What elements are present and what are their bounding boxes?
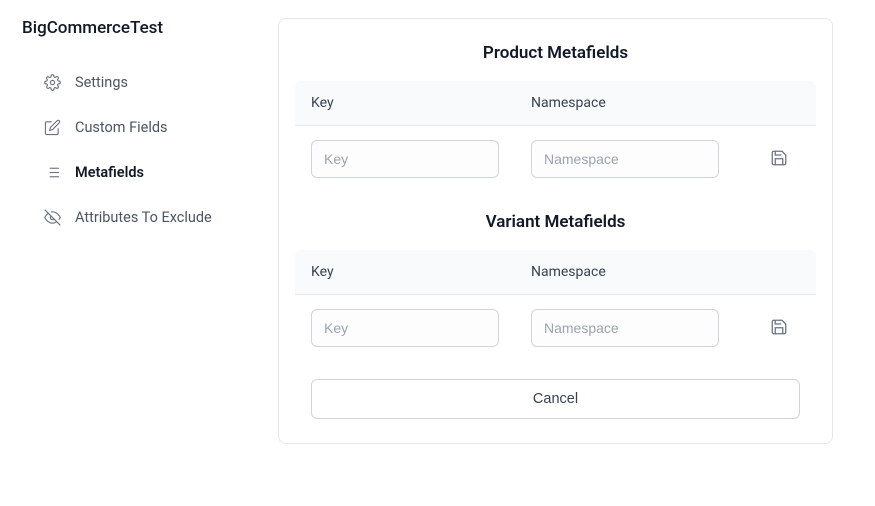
product-namespace-input[interactable]: [531, 140, 719, 178]
sidebar-item-label: Attributes To Exclude: [75, 209, 212, 226]
gear-icon: [44, 74, 61, 91]
sidebar-item-label: Custom Fields: [75, 119, 168, 136]
variant-save-button[interactable]: [766, 314, 792, 343]
variant-namespace-input[interactable]: [531, 309, 719, 347]
eye-off-icon: [44, 209, 61, 226]
app-title: BigCommerceTest: [22, 18, 256, 38]
section-title-product: Product Metafields: [295, 43, 816, 63]
table-header-product: Key Namespace: [295, 81, 816, 126]
sidebar-item-label: Settings: [75, 74, 128, 91]
sidebar-item-label: Metafields: [75, 164, 144, 181]
save-icon: [770, 149, 788, 170]
sidebar-item-settings[interactable]: Settings: [22, 60, 256, 105]
section-title-variant: Variant Metafields: [295, 212, 816, 232]
main-content: Product Metafields Key Namespace Variant…: [278, 0, 875, 506]
product-save-button[interactable]: [766, 145, 792, 174]
sidebar-item-custom-fields[interactable]: Custom Fields: [22, 105, 256, 150]
column-header-namespace: Namespace: [531, 95, 751, 111]
input-row-variant: [295, 309, 816, 361]
cancel-button[interactable]: Cancel: [311, 379, 800, 419]
save-icon: [770, 318, 788, 339]
sidebar: BigCommerceTest Settings Custom Fields M…: [0, 0, 278, 506]
column-header-key: Key: [311, 95, 531, 111]
product-key-input[interactable]: [311, 140, 499, 178]
sidebar-item-metafields[interactable]: Metafields: [22, 150, 256, 195]
table-header-variant: Key Namespace: [295, 250, 816, 295]
column-header-namespace: Namespace: [531, 264, 751, 280]
input-row-product: [295, 140, 816, 192]
column-header-key: Key: [311, 264, 531, 280]
edit-icon: [44, 119, 61, 136]
sidebar-item-attributes-exclude[interactable]: Attributes To Exclude: [22, 195, 256, 240]
metafields-card: Product Metafields Key Namespace Variant…: [278, 18, 833, 444]
variant-key-input[interactable]: [311, 309, 499, 347]
list-icon: [44, 164, 61, 181]
